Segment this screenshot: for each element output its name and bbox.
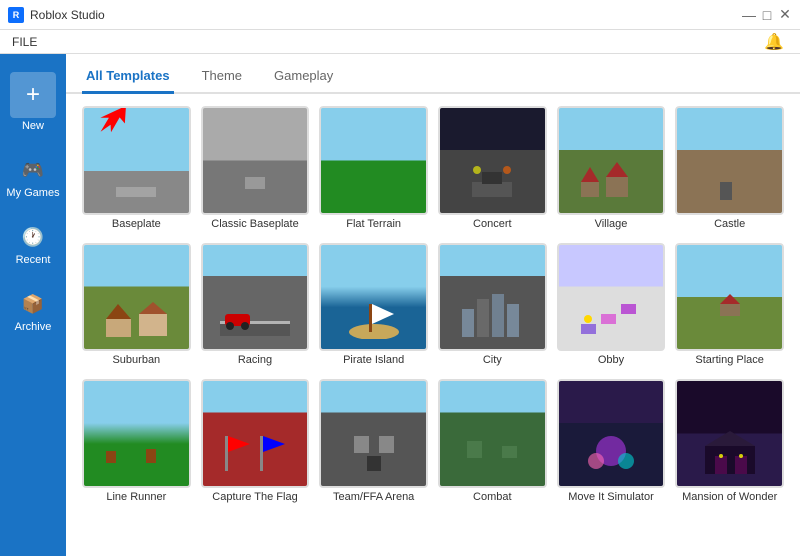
template-thumb-racing <box>201 243 310 352</box>
archive-icon: 📦 <box>19 290 47 318</box>
template-item-combat[interactable]: Combat <box>438 379 547 506</box>
template-thumb-city <box>438 243 547 352</box>
my-games-icon: 🎮 <box>19 156 47 184</box>
close-button[interactable]: ✕ <box>778 8 792 22</box>
template-thumb-obby <box>557 243 666 352</box>
main-container: + New 🎮 My Games 🕐 Recent 📦 Archive All … <box>0 54 800 556</box>
recent-icon: 🕐 <box>19 223 47 251</box>
notification-bell-icon[interactable]: 🔔 <box>764 32 784 52</box>
template-thumb-flat-terrain <box>319 106 428 215</box>
template-thumb-line-runner <box>82 379 191 488</box>
template-label-baseplate: Baseplate <box>82 215 191 233</box>
template-label-racing: Racing <box>201 351 310 369</box>
template-label-concert: Concert <box>438 215 547 233</box>
menu-bar: FILE 🔔 <box>0 30 800 54</box>
template-label-line-runner: Line Runner <box>82 488 191 506</box>
templates-grid: Baseplate Classic Baseplate Flat Terrain Co… <box>66 94 800 556</box>
template-item-line-runner[interactable]: Line Runner <box>82 379 191 506</box>
template-item-castle[interactable]: Castle <box>675 106 784 233</box>
template-item-capture-flag[interactable]: Capture The Flag <box>201 379 310 506</box>
template-thumb-combat <box>438 379 547 488</box>
template-thumb-concert <box>438 106 547 215</box>
template-thumb-move-it <box>557 379 666 488</box>
sidebar: + New 🎮 My Games 🕐 Recent 📦 Archive <box>0 54 66 556</box>
app-icon: R <box>8 7 24 23</box>
menu-file[interactable]: FILE <box>8 33 41 51</box>
sidebar-item-archive-label: Archive <box>15 321 52 333</box>
template-item-team-arena[interactable]: Team/FFA Arena <box>319 379 428 506</box>
template-item-classic-baseplate[interactable]: Classic Baseplate <box>201 106 310 233</box>
template-label-starting-place: Starting Place <box>675 351 784 369</box>
tabs-bar: All Templates Theme Gameplay <box>66 54 800 94</box>
template-thumb-baseplate <box>82 106 191 215</box>
template-item-move-it[interactable]: Move It Simulator <box>557 379 666 506</box>
template-item-city[interactable]: City <box>438 243 547 370</box>
template-label-flat-terrain: Flat Terrain <box>319 215 428 233</box>
sidebar-item-my-games[interactable]: 🎮 My Games <box>0 148 66 207</box>
template-thumb-capture-flag <box>201 379 310 488</box>
template-item-suburban[interactable]: Suburban <box>82 243 191 370</box>
template-item-pirate-island[interactable]: Pirate Island <box>319 243 428 370</box>
template-label-village: Village <box>557 215 666 233</box>
template-thumb-pirate-island <box>319 243 428 352</box>
window-controls: — □ ✕ <box>742 8 792 22</box>
sidebar-item-recent[interactable]: 🕐 Recent <box>0 215 66 274</box>
sidebar-item-my-games-label: My Games <box>6 187 59 199</box>
template-item-racing[interactable]: Racing <box>201 243 310 370</box>
arrow-indicator <box>84 106 137 148</box>
template-label-obby: Obby <box>557 351 666 369</box>
tab-theme[interactable]: Theme <box>198 60 246 94</box>
title-bar: R Roblox Studio — □ ✕ <box>0 0 800 30</box>
template-label-city: City <box>438 351 547 369</box>
tab-gameplay[interactable]: Gameplay <box>270 60 337 94</box>
template-thumb-castle <box>675 106 784 215</box>
template-label-team-arena: Team/FFA Arena <box>319 488 428 506</box>
template-item-concert[interactable]: Concert <box>438 106 547 233</box>
template-item-obby[interactable]: Obby <box>557 243 666 370</box>
template-thumb-suburban <box>82 243 191 352</box>
template-label-suburban: Suburban <box>82 351 191 369</box>
new-icon: + <box>10 72 56 118</box>
tab-all-templates[interactable]: All Templates <box>82 60 174 94</box>
sidebar-item-archive[interactable]: 📦 Archive <box>0 282 66 341</box>
template-item-mansion[interactable]: Mansion of Wonder <box>675 379 784 506</box>
template-label-castle: Castle <box>675 215 784 233</box>
content-area: All Templates Theme Gameplay Baseplate Cl… <box>66 54 800 556</box>
template-item-flat-terrain[interactable]: Flat Terrain <box>319 106 428 233</box>
app-title: Roblox Studio <box>30 8 742 22</box>
template-item-starting-place[interactable]: Starting Place <box>675 243 784 370</box>
template-thumb-team-arena <box>319 379 428 488</box>
sidebar-new-label: New <box>22 120 44 132</box>
template-item-village[interactable]: Village <box>557 106 666 233</box>
template-thumb-starting-place <box>675 243 784 352</box>
template-label-mansion: Mansion of Wonder <box>675 488 784 506</box>
header-right: 🔔 <box>764 32 792 52</box>
template-thumb-village <box>557 106 666 215</box>
template-label-capture-flag: Capture The Flag <box>201 488 310 506</box>
template-label-move-it: Move It Simulator <box>557 488 666 506</box>
maximize-button[interactable]: □ <box>760 8 774 22</box>
template-thumb-mansion <box>675 379 784 488</box>
template-thumb-classic-baseplate <box>201 106 310 215</box>
template-label-classic-baseplate: Classic Baseplate <box>201 215 310 233</box>
sidebar-item-recent-label: Recent <box>16 254 51 266</box>
template-item-baseplate[interactable]: Baseplate <box>82 106 191 233</box>
template-label-combat: Combat <box>438 488 547 506</box>
minimize-button[interactable]: — <box>742 8 756 22</box>
template-label-pirate-island: Pirate Island <box>319 351 428 369</box>
sidebar-new[interactable]: + New <box>0 64 66 140</box>
